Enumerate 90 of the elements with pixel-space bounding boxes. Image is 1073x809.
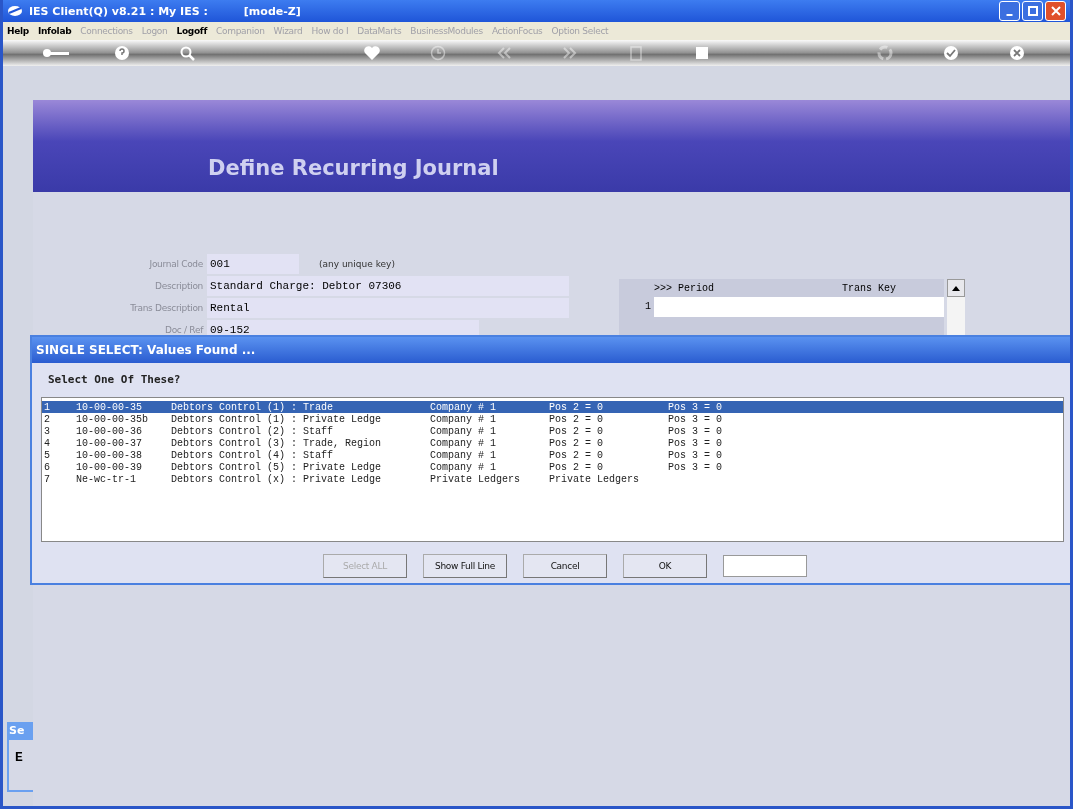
list-row[interactable]: 5 10-00-00-38 Debtors Control (4) : Staff Company # 1 Pos 2 = 0 Pos 3 = 0 [42,449,1063,461]
row-number: 1 [644,300,652,314]
menu-item[interactable]: Infolab [37,26,72,36]
list-cell-text: 10-00-00-37 [75,437,143,449]
list-cell-text: Pos 2 = 0 [548,449,604,461]
list-cell-text: Company # 1 [429,425,497,437]
list-cell-text: Company # 1 [429,461,497,473]
list-cell-text: Pos 3 = 0 [667,461,723,473]
list-cell-text: Pos 3 = 0 [667,449,723,461]
column-header: >>> Period [654,282,715,294]
list-cell-text: Debtors Control (5) : Private Ledge [170,461,383,473]
menu-item[interactable]: Logoff [176,26,208,36]
list-cell-text: 5 [43,449,51,461]
column-header: Trans Key [842,282,897,294]
list-cell-text: Pos 2 = 0 [548,461,604,473]
list-cell-text: Company # 1 [429,401,497,413]
dialog-button[interactable]: Show Full Line [423,554,507,578]
window-title: Se [9,724,33,740]
field-label: Doc / Ref [164,325,203,335]
field-label: Trans Description [129,303,203,313]
list-cell-text: Company # 1 [429,437,497,449]
list-cell-text: Debtors Control (2) : Staff [170,425,335,437]
table-cell[interactable] [654,297,944,317]
list-cell-text: Pos 2 = 0 [548,401,604,413]
list-cell-text: 1 [43,401,51,413]
list-cell-text: Private Ledgers [429,473,521,485]
maximize-button[interactable] [1022,1,1043,21]
list-cell-text: 10-00-00-39 [75,461,143,473]
list-cell-text: Debtors Control (3) : Trade, Region [170,437,383,449]
heart-icon [362,45,381,61]
list-cell-text: 10-00-00-35 [75,401,143,413]
help-icon [113,45,131,61]
list-cell-text: Pos 3 = 0 [667,413,723,425]
list-cell-text: Debtors Control (x) : Private Ledge [170,473,383,485]
list-cell-text: 7 [43,473,51,485]
field-label: Description [154,281,203,291]
list-cell-text: 10-00-00-35b [75,413,149,425]
window-text: E [14,749,24,765]
list-cell-text: Pos 3 = 0 [667,437,723,449]
check-icon [942,45,960,61]
list-cell-text: Ne-wc-tr-1 [75,473,137,485]
field-hint: (any unique key) [319,259,395,269]
list-row[interactable]: 6 10-00-00-39 Debtors Control (5) : Private Ledge Company # 1 Pos 2 = 0 Pos 3 = 0 [42,461,1063,473]
list-cell-text: Company # 1 [429,413,497,425]
list-cell-text: Debtors Control (1) : Trade [170,401,335,413]
clock-icon [428,45,447,61]
list-row[interactable]: 4 10-00-00-37 Debtors Control (3) : Trade, Region Company # 1 Pos 2 = 0 Pos 3 = 0 [42,437,1063,449]
list-row[interactable]: 7 Ne-wc-tr-1 Debtors Control (x) : Private Ledge Private Ledgers Private Ledgers [42,473,1063,485]
list-cell-text: 6 [43,461,51,473]
list-cell-text: Debtors Control (4) : Staff [170,449,335,461]
window-title: IES Client(Q) v8.21 : My IES : [29,4,208,18]
list-cell-text: Pos 3 = 0 [667,425,723,437]
list-row[interactable]: 1 10-00-00-35 Debtors Control (1) : Trade Company # 1 Pos 2 = 0 Pos 3 = 0 [42,401,1063,413]
list-row[interactable]: 3 10-00-00-36 Debtors Control (2) : Staff Company # 1 Pos 2 = 0 Pos 3 = 0 [42,425,1063,437]
list-row[interactable]: 2 10-00-00-35b Debtors Control (1) : Private Ledge Company # 1 Pos 2 = 0 Pos 3 = 0 [42,413,1063,425]
mode-label: [mode-Z] [243,4,301,18]
search-icon [179,45,197,61]
minimize-icon [1006,13,1013,16]
dialog-button[interactable]: OK [623,554,707,578]
list-cell-text: Pos 2 = 0 [548,413,604,425]
input-field[interactable]: Rental [207,298,569,318]
list-cell-text: 4 [43,437,51,449]
list-cell-text: Pos 3 = 0 [667,401,723,413]
input-field[interactable]: 001 [207,254,299,274]
up-arrow-icon [952,285,960,291]
input-field[interactable]: Standard Charge: Debtor 07306 [207,276,569,296]
list-cell-text: Debtors Control (1) : Private Ledge [170,413,383,425]
app-icon [7,4,23,18]
dialog-button[interactable]: Cancel [523,554,607,578]
maximize-icon [1027,6,1038,16]
recycle-icon [876,45,894,61]
dialog-title: SINGLE SELECT: Values Found ... [32,337,1070,363]
close-icon [1008,45,1026,61]
list-cell-text: Company # 1 [429,449,497,461]
list-cell-text: Pos 2 = 0 [548,437,604,449]
double-right-icon [560,45,579,61]
list-cell-text: 3 [43,425,51,437]
list-cell-text: Pos 2 = 0 [548,425,604,437]
list-cell-text: 2 [43,413,51,425]
close-icon [1050,6,1061,16]
list-cell-text: Private Ledgers [548,473,640,485]
menu-item[interactable]: Help [7,26,29,36]
page-title: Define Recurring Journal [208,156,499,180]
minimize-button[interactable] [999,1,1020,21]
list-cell-text: 10-00-00-38 [75,449,143,461]
list-cell-text: 10-00-00-36 [75,425,143,437]
input-field[interactable] [723,555,807,577]
dialog-prompt: Select One Of These? [47,372,182,387]
field-label: Journal Code [148,259,203,269]
close-button[interactable] [1045,1,1066,21]
